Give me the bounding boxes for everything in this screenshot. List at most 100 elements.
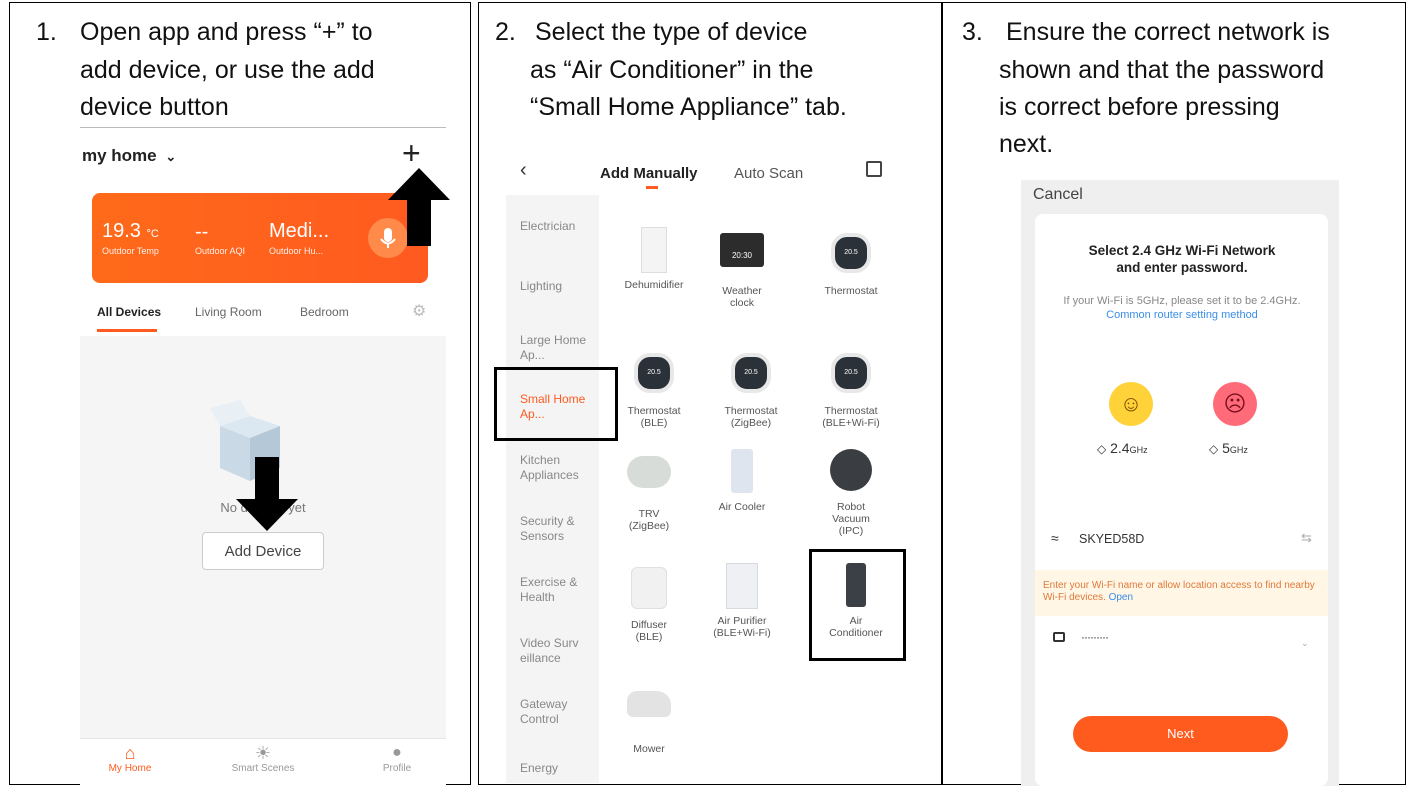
cancel-button[interactable]: Cancel xyxy=(1033,186,1083,204)
nav-smart-scenes[interactable]: ☀ Smart Scenes xyxy=(218,743,308,774)
device-label: Thermostat xyxy=(824,285,878,297)
tab-all-devices[interactable]: All Devices xyxy=(97,305,161,319)
caption-line: shown and that the password xyxy=(999,56,1325,84)
caption-line: add device, or use the add xyxy=(80,56,375,84)
band-value: 5 xyxy=(1222,440,1230,456)
device-thermostat[interactable]: 20.5 Thermostat xyxy=(806,227,896,297)
phone-screen-wifi: Cancel Select 2.4 GHz Wi-Fi Network and … xyxy=(1021,180,1339,786)
thermostat-icon: 20.5 xyxy=(631,353,677,399)
aqi-label: Outdoor AQI xyxy=(195,246,246,256)
clock-screen: 20:30 xyxy=(720,233,764,267)
password-field[interactable]: ········· xyxy=(1081,630,1109,644)
category-electrician[interactable]: Electrician xyxy=(520,219,596,234)
divider xyxy=(80,127,446,128)
device-air-cooler[interactable]: Air Cooler xyxy=(697,449,787,513)
weather-clock-icon: 20:30 xyxy=(719,233,765,279)
lock-icon xyxy=(1053,632,1065,642)
device-air-purifier[interactable]: Air Purifier (BLE+Wi-Fi) xyxy=(697,563,787,639)
gear-icon[interactable]: ⚙ xyxy=(412,301,426,321)
category-lighting[interactable]: Lighting xyxy=(520,279,596,294)
category-exercise[interactable]: Exercise & Health xyxy=(520,575,596,605)
device-label: Diffuser (BLE) xyxy=(631,619,667,643)
wifi-icon: ≈ xyxy=(1051,530,1059,546)
open-settings-link[interactable]: Open xyxy=(1109,592,1133,603)
nav-label: Profile xyxy=(382,763,412,774)
device-diffuser-ble[interactable]: Diffuser (BLE) xyxy=(604,563,694,643)
air-purifier-icon xyxy=(719,563,765,609)
dehumidifier-icon xyxy=(631,227,677,273)
back-icon[interactable]: ‹ xyxy=(520,159,527,182)
ssid-field[interactable]: SKYED58D xyxy=(1079,532,1144,546)
device-thermostat-ble-wifi[interactable]: 20.5 Thermostat (BLE+Wi-Fi) xyxy=(806,347,896,429)
chevron-down-icon: ⌄ xyxy=(165,149,177,164)
device-label: Air Purifier (BLE+Wi-Fi) xyxy=(713,615,771,639)
subtext: If your Wi-Fi is 5GHz, please set it to … xyxy=(1063,295,1301,307)
profile-icon: ● xyxy=(392,744,402,761)
nav-label: My Home xyxy=(108,763,152,774)
switch-network-icon[interactable]: ⇆ xyxy=(1301,530,1312,546)
tab-auto-scan[interactable]: Auto Scan xyxy=(734,165,803,182)
category-large-home[interactable]: Large Home Ap... xyxy=(520,333,596,363)
category-security[interactable]: Security & Sensors xyxy=(520,514,596,544)
router-setting-link[interactable]: Common router setting method xyxy=(1106,309,1258,321)
wifi-subtext: If your Wi-Fi is 5GHz, please set it to … xyxy=(1059,294,1305,322)
nav-my-home[interactable]: ⌂ My Home xyxy=(85,743,175,774)
bottom-nav: ⌂ My Home ☀ Smart Scenes ● Profile xyxy=(80,738,446,786)
band-2-4ghz: ◇ 2.4GHz xyxy=(1097,440,1148,456)
tab-add-manually[interactable]: Add Manually xyxy=(600,165,698,182)
nav-label: Smart Scenes xyxy=(231,763,295,774)
device-thermostat-zigbee[interactable]: 20.5 Thermostat (ZigBee) xyxy=(706,347,796,429)
thermostat-icon: 20.5 xyxy=(728,353,774,399)
mower-icon xyxy=(626,691,672,737)
add-device-button[interactable]: Add Device xyxy=(202,532,324,570)
device-robot-vacuum[interactable]: Robot Vacuum (IPC) xyxy=(806,449,896,537)
device-label: Thermostat (BLE+Wi-Fi) xyxy=(822,405,880,429)
temp-unit: °C xyxy=(146,228,159,240)
tab-living-room[interactable]: Living Room xyxy=(195,305,262,319)
category-list: Electrician Lighting Large Home Ap... Sm… xyxy=(506,195,599,783)
category-energy[interactable]: Energy xyxy=(520,761,596,776)
air-cooler-icon xyxy=(719,449,765,495)
home-selector[interactable]: my home ⌄ xyxy=(82,146,176,166)
caption-line: Select the type of device xyxy=(535,18,808,46)
device-label: Mower xyxy=(633,743,665,755)
caption-line: Ensure the correct network is xyxy=(1006,18,1330,46)
device-thermostat-ble[interactable]: 20.5 Thermostat (BLE) xyxy=(609,347,699,429)
robot-vacuum-icon xyxy=(828,449,874,495)
device-weather-clock[interactable]: 20:30 Weather clock xyxy=(697,227,787,309)
highlight-air-conditioner xyxy=(809,549,906,661)
caption-line: device button xyxy=(80,93,229,121)
device-trv-zigbee[interactable]: TRV (ZigBee) xyxy=(604,449,694,532)
device-mower[interactable]: Mower xyxy=(604,681,694,755)
highlight-small-home-appliance xyxy=(494,367,618,441)
arrow-down-annotation xyxy=(236,457,298,531)
step-number: 3. xyxy=(962,18,983,46)
category-kitchen[interactable]: Kitchen Appliances xyxy=(520,453,596,483)
device-dehumidifier[interactable]: Dehumidifier xyxy=(609,227,699,291)
band-unit: GHz xyxy=(1129,445,1148,455)
home-icon: ⌂ xyxy=(124,743,136,763)
band-unit: GHz xyxy=(1229,445,1248,455)
next-button[interactable]: Next xyxy=(1073,716,1288,752)
caption-line: next. xyxy=(999,130,1054,158)
caption-line: Open app and press “+” to xyxy=(80,18,373,46)
category-video[interactable]: Video Surv eillance xyxy=(520,636,596,666)
eye-hidden-icon[interactable]: ⌄ xyxy=(1301,638,1309,649)
thermostat-icon: 20.5 xyxy=(828,233,874,279)
add-device-plus-button[interactable]: + xyxy=(402,135,421,172)
outdoor-temp: 19.3 °C xyxy=(102,220,159,243)
trv-icon xyxy=(626,456,672,502)
scan-icon[interactable] xyxy=(866,161,882,177)
tab-indicator xyxy=(97,329,157,332)
category-gateway[interactable]: Gateway Control xyxy=(520,697,596,727)
sun-icon: ☀ xyxy=(254,743,272,763)
weather-card: 19.3 °C Outdoor Temp -- Outdoor AQI Medi… xyxy=(92,193,428,283)
device-label: Dehumidifier xyxy=(624,279,684,291)
diffuser-icon xyxy=(626,567,672,613)
nav-profile[interactable]: ● Profile xyxy=(352,743,442,774)
tab-bedroom[interactable]: Bedroom xyxy=(300,305,349,319)
happy-face-icon: ☺ xyxy=(1109,382,1153,426)
home-title: my home xyxy=(82,146,157,165)
device-label: Air Cooler xyxy=(718,501,766,513)
device-label: Thermostat (BLE) xyxy=(627,405,681,429)
